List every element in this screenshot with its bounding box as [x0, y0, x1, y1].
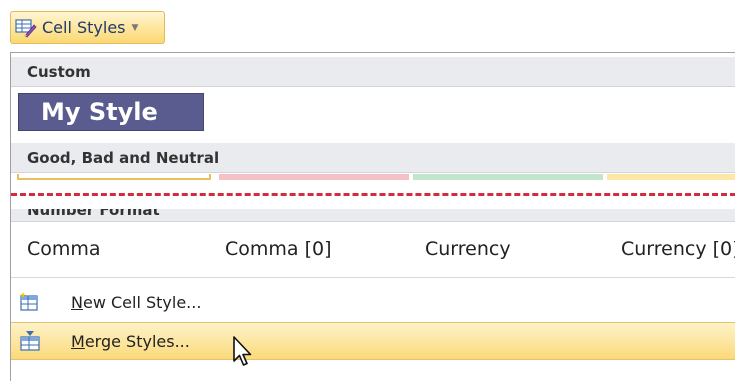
- style-swatch-comma[interactable]: Comma: [27, 228, 101, 270]
- new-cell-style-accelerator: N: [71, 292, 83, 312]
- panel-bottom-area: [11, 362, 735, 381]
- number-format-section-header: Number Format: [11, 209, 735, 222]
- cell-styles-label: Cell Styles: [42, 18, 126, 37]
- number-format-row: Comma Comma [0] Currency Currency [0]: [11, 228, 735, 270]
- style-swatch-good[interactable]: [413, 174, 603, 180]
- ribbon-strip: Cell Styles ▼: [0, 0, 735, 52]
- merge-styles-accelerator: M: [71, 331, 85, 351]
- merge-styles-label-rest: erge Styles...: [84, 331, 190, 351]
- style-swatch-currency-0[interactable]: Currency [0]: [621, 228, 735, 270]
- mouse-pointer-icon: [233, 336, 252, 366]
- style-swatch-currency[interactable]: Currency: [425, 228, 511, 270]
- torn-edge-divider: [11, 193, 735, 196]
- style-swatch-my-style[interactable]: My Style: [18, 93, 204, 131]
- merge-styles-menu-item[interactable]: Merge Styles...: [11, 322, 735, 360]
- merge-styles-label: Merge Styles...: [71, 332, 190, 351]
- menu-separator: [11, 277, 735, 278]
- cell-styles-screenshot: Cell Styles ▼ Custom My Style Good, Bad …: [0, 0, 735, 381]
- cell-styles-dropdown: Custom My Style Good, Bad and Neutral Nu…: [10, 52, 735, 381]
- dropdown-caret-icon: ▼: [131, 22, 139, 33]
- good-bad-neutral-section-header: Good, Bad and Neutral: [11, 143, 735, 173]
- new-cell-style-label: New Cell Style...: [71, 293, 201, 312]
- new-cell-style-icon: [19, 292, 38, 311]
- cell-styles-button[interactable]: Cell Styles ▼: [10, 11, 165, 44]
- merge-styles-icon: [20, 331, 40, 351]
- custom-section-header: Custom: [11, 57, 735, 87]
- new-cell-style-label-rest: ew Cell Style...: [82, 292, 202, 312]
- new-cell-style-menu-item[interactable]: New Cell Style...: [11, 283, 735, 321]
- style-swatch-bad[interactable]: [219, 174, 409, 180]
- style-swatch-normal[interactable]: [17, 174, 211, 180]
- style-swatch-neutral[interactable]: [607, 174, 735, 180]
- number-format-header-label: Number Format: [27, 209, 160, 219]
- style-swatch-comma-0[interactable]: Comma [0]: [225, 228, 332, 270]
- cell-styles-icon: [15, 18, 37, 37]
